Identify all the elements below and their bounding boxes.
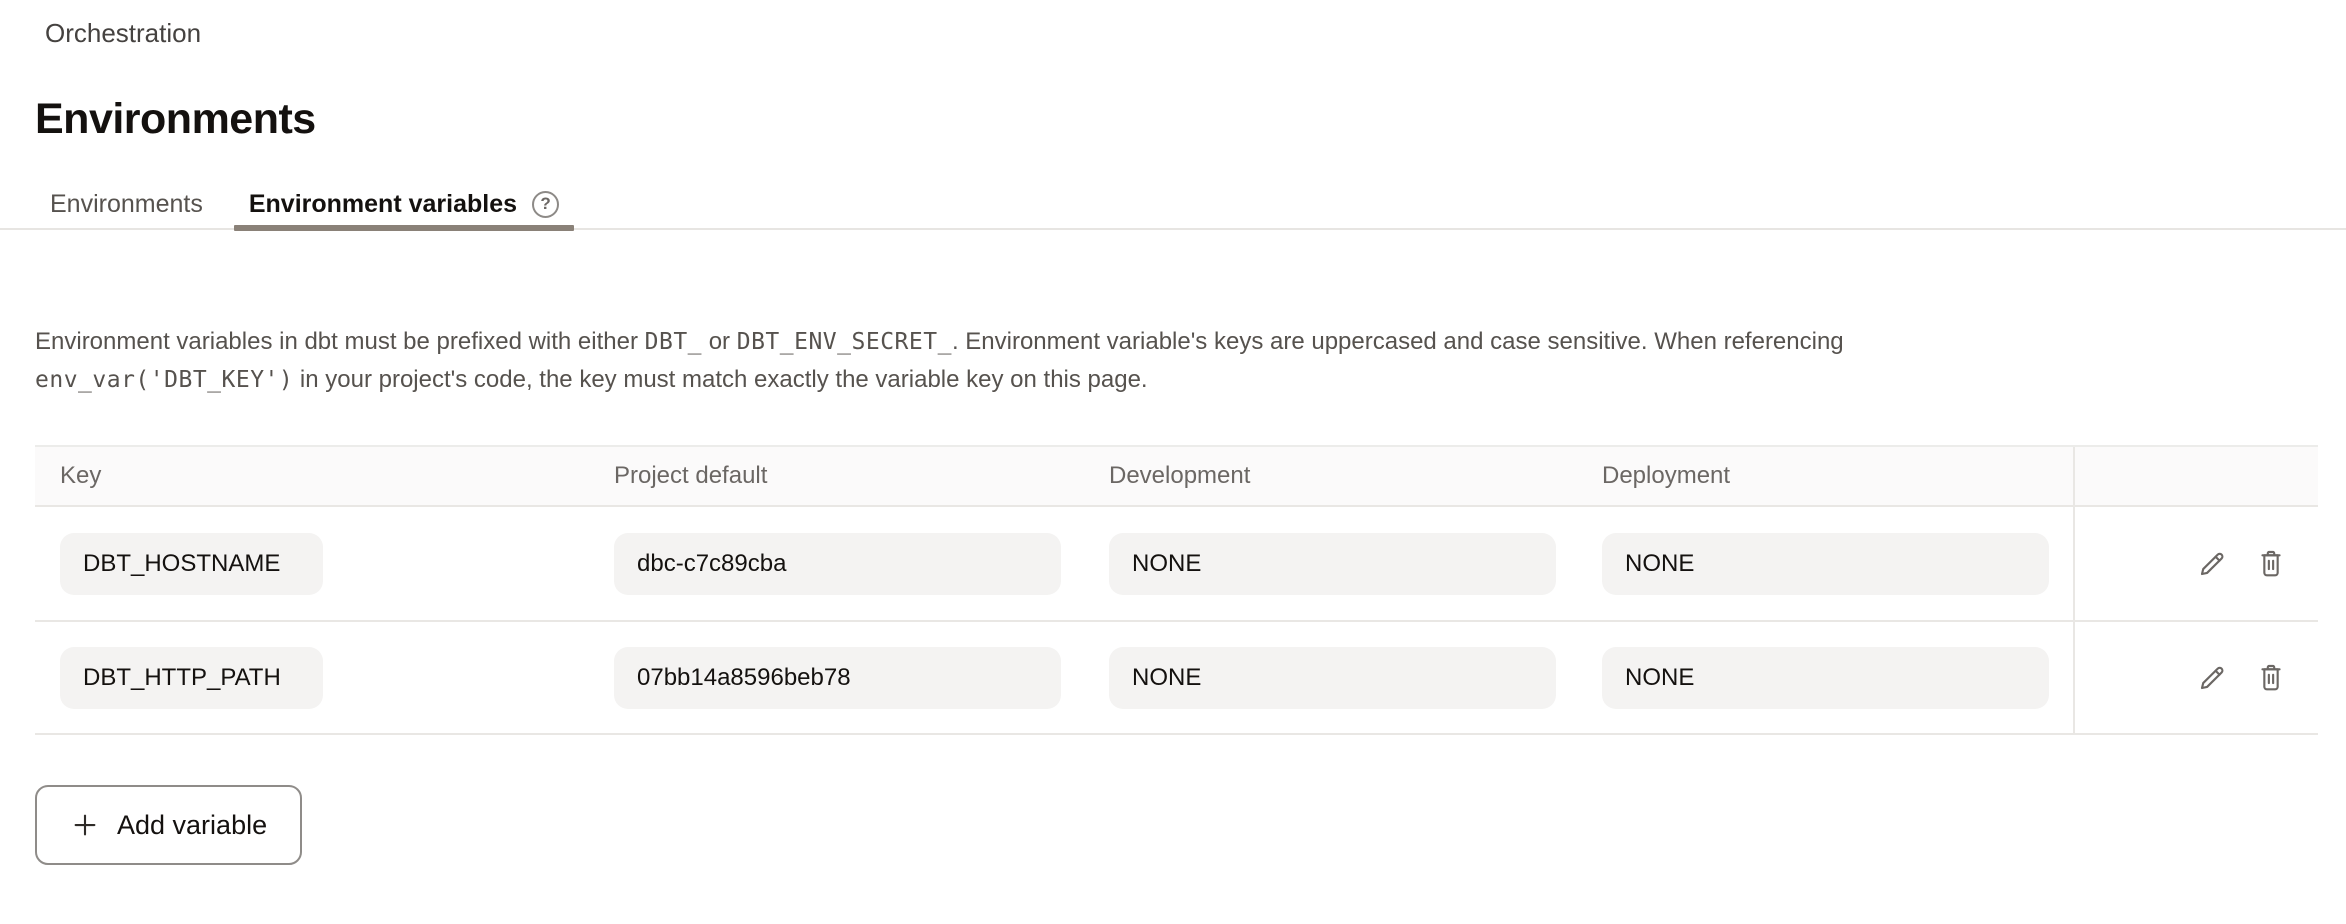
variable-key-pill: DBT_HTTP_PATH [60,647,323,709]
tab-environment-variables-label: Environment variables [249,190,517,219]
deployment-pill: NONE [1602,533,2049,595]
add-variable-label: Add variable [117,810,267,841]
trash-icon [2255,548,2287,580]
tab-environments[interactable]: Environments [35,180,218,228]
trash-icon [2255,662,2287,694]
edit-variable-button[interactable] [2195,547,2229,581]
variable-key-pill: DBT_HOSTNAME [60,533,323,595]
code-dbt-env-secret-prefix: DBT_ENV_SECRET_ [737,329,952,355]
plus-icon [70,810,100,840]
help-icon[interactable]: ? [532,191,559,218]
deployment-pill: NONE [1602,647,2049,709]
delete-variable-button[interactable] [2254,661,2288,695]
delete-variable-button[interactable] [2254,547,2288,581]
tab-environment-variables[interactable]: Environment variables ? [234,180,574,228]
description-segment: or [702,328,737,355]
table-header-row: Key Project default Development Deployme… [35,447,2318,507]
page-title: Environments [35,94,2316,144]
column-header-project-default: Project default [589,447,1084,505]
pencil-icon [2196,548,2228,580]
environment-variables-table: Key Project default Development Deployme… [35,445,2318,735]
add-variable-button[interactable]: Add variable [35,785,302,865]
breadcrumb: Orchestration [45,18,2316,48]
tab-bar: Environments Environment variables ? [0,180,2346,230]
column-header-actions [2073,447,2318,505]
description-segment: Environment variables in dbt must be pre… [35,328,645,355]
code-env-var: env_var('DBT_KEY') [35,367,293,393]
environments-page: Orchestration Environments Environments … [0,18,2346,865]
table-row: DBT_HOSTNAME dbc-c7c89cba NONE NONE [35,507,2318,620]
description-segment: . Environment variable's keys are upperc… [952,328,1844,355]
development-pill: NONE [1109,647,1556,709]
column-header-development: Development [1084,447,1577,505]
table-row: DBT_HTTP_PATH 07bb14a8596beb78 NONE NONE [35,620,2318,733]
project-default-pill: dbc-c7c89cba [614,533,1061,595]
pencil-icon [2196,662,2228,694]
development-pill: NONE [1109,533,1556,595]
project-default-pill: 07bb14a8596beb78 [614,647,1061,709]
edit-variable-button[interactable] [2195,661,2229,695]
description-segment: in your project's code, the key must mat… [293,366,1147,393]
code-dbt-prefix: DBT_ [645,329,702,355]
description-text: Environment variables in dbt must be pre… [35,323,2295,399]
column-header-key: Key [35,447,589,505]
column-header-deployment: Deployment [1577,447,2073,505]
tab-environments-label: Environments [50,190,203,219]
